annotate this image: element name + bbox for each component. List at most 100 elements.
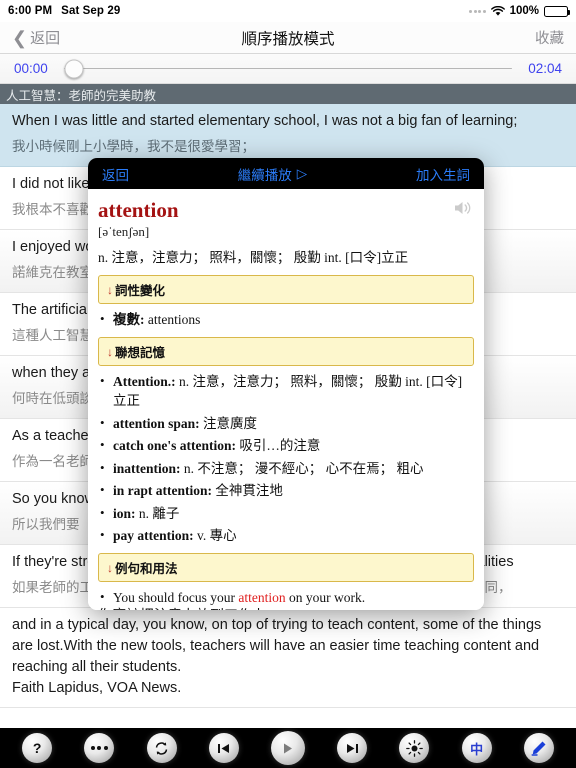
example-keyword: attention bbox=[238, 590, 286, 605]
dictionary-back-button[interactable]: 返回 bbox=[102, 164, 129, 184]
definition-line: n. 注意，注意力； 照料，關懷； 殷勤 int. [口令]立正 bbox=[98, 250, 409, 265]
example-en-before: You should focus your bbox=[113, 590, 239, 605]
continue-playback-label: 繼續播放 bbox=[237, 167, 292, 183]
signal-dots-icon bbox=[469, 9, 486, 13]
down-arrow-icon: ↓ bbox=[107, 282, 113, 297]
section-header-mnemonics[interactable]: ↓ 聯想記憶 bbox=[98, 337, 474, 366]
bottom-toolbar: ? 中 bbox=[0, 728, 576, 768]
term: pay attention: bbox=[113, 528, 194, 543]
detail: n. 不注意； 漫不經心； 心不在焉； 粗心 bbox=[183, 460, 424, 476]
wifi-icon bbox=[490, 5, 505, 17]
examples-list: You should focus your attention on your … bbox=[98, 587, 474, 610]
player-bar: 00:00 02:04 bbox=[0, 54, 576, 84]
list-item: 複數: attentions bbox=[98, 309, 474, 329]
play-triangle-icon: ▷ bbox=[296, 165, 308, 181]
term: ion: bbox=[113, 505, 136, 521]
list-item: attention span: 注意廣度 bbox=[98, 413, 474, 433]
headword: attention bbox=[98, 198, 179, 222]
battery-percent: 100% bbox=[509, 5, 539, 17]
help-button[interactable]: ? bbox=[22, 733, 53, 763]
term: in rapt attention: bbox=[113, 483, 212, 498]
language-button[interactable]: 中 bbox=[461, 733, 492, 763]
list-item: inattention: n. 不注意； 漫不經心； 心不在焉； 粗心 bbox=[98, 458, 474, 478]
transcript-zh: 我小時候剛上小學時，我不是很愛學習； bbox=[12, 139, 255, 154]
previous-button[interactable] bbox=[208, 733, 239, 763]
detail: n. 離子 bbox=[138, 505, 180, 521]
app-root: 6:00 PM Sat Sep 29 100% ❮ 返回 順序播放模式 收藏 0 bbox=[0, 0, 576, 768]
phonetic-transcription: [əˈtenʃən] bbox=[98, 224, 150, 239]
detail: v. 專心 bbox=[197, 528, 237, 543]
section-title: 聯想記憶 bbox=[115, 346, 166, 360]
section-title: 例句和用法 bbox=[115, 562, 178, 576]
section-header-examples[interactable]: ↓ 例句和用法 bbox=[98, 553, 474, 582]
dictionary-popup[interactable]: 返回 繼續播放 ▷ 加入生詞 attention [əˈtenʃən] n. 注… bbox=[88, 158, 484, 610]
list-item: Attention.: n. 注意，注意力； 照料，關懷； 殷勤 int. [口… bbox=[98, 371, 474, 410]
term: attention span: bbox=[113, 415, 200, 431]
list-item: catch one's attention: 吸引…的注意 bbox=[98, 435, 474, 455]
play-icon bbox=[284, 743, 293, 753]
detail: 注意廣度 bbox=[203, 415, 258, 431]
favorite-button[interactable]: 收藏 bbox=[535, 27, 564, 48]
repeat-icon bbox=[155, 741, 168, 755]
next-button[interactable] bbox=[337, 733, 368, 763]
example-en-after: on your work. bbox=[285, 590, 366, 605]
battery-icon bbox=[544, 5, 570, 17]
word-forms-list: 複數: attentions bbox=[98, 309, 474, 329]
term: inattention: bbox=[113, 460, 181, 476]
example-zh: 你應該把注意力放到工作上。 bbox=[98, 607, 474, 610]
question-mark-icon: ? bbox=[32, 740, 42, 756]
dictionary-toolbar: 返回 繼續播放 ▷ 加入生詞 bbox=[88, 158, 484, 189]
annotate-button[interactable] bbox=[523, 733, 554, 763]
list-item: You should focus your attention on your … bbox=[98, 587, 474, 610]
section-title: 詞性變化 bbox=[115, 284, 166, 298]
list-item: in rapt attention: 全神貫注地 bbox=[98, 480, 474, 500]
play-button[interactable] bbox=[270, 731, 305, 765]
status-bar: 6:00 PM Sat Sep 29 100% bbox=[0, 0, 576, 22]
transcript-row[interactable]: and in a typical day, you know, on top o… bbox=[0, 608, 576, 708]
list-item: pay attention: v. 專心 bbox=[98, 525, 474, 545]
transcript-en: and in a typical day, you know, on top o… bbox=[12, 617, 542, 675]
chinese-character-icon: 中 bbox=[470, 741, 484, 757]
term: Attention.: bbox=[113, 374, 176, 389]
repeat-button[interactable] bbox=[146, 733, 177, 763]
more-button[interactable] bbox=[84, 733, 115, 763]
status-bar-left: 6:00 PM Sat Sep 29 bbox=[8, 5, 120, 17]
list-item: ion: n. 離子 bbox=[98, 503, 474, 523]
term: catch one's attention: bbox=[113, 438, 236, 453]
status-bar-right: 100% bbox=[469, 5, 570, 17]
nav-bar: ❮ 返回 順序播放模式 收藏 bbox=[0, 22, 576, 54]
section-header-word-forms[interactable]: ↓ 詞性變化 bbox=[98, 275, 474, 304]
mnemonics-list: Attention.: n. 注意，注意力； 照料，關懷； 殷勤 int. [口… bbox=[98, 371, 474, 545]
pen-icon bbox=[531, 741, 546, 756]
term: 複數: bbox=[113, 312, 145, 327]
detail: 全神貫注地 bbox=[215, 483, 283, 498]
skip-back-icon bbox=[218, 743, 230, 753]
brightness-button[interactable] bbox=[399, 733, 430, 763]
down-arrow-icon: ↓ bbox=[107, 344, 113, 359]
status-time: 6:00 PM bbox=[8, 5, 53, 17]
back-button[interactable]: ❮ 返回 bbox=[12, 27, 60, 48]
speaker-icon[interactable] bbox=[452, 198, 474, 218]
status-date: Sat Sep 29 bbox=[61, 5, 121, 17]
back-button-label: 返回 bbox=[30, 30, 61, 47]
page-title: 順序播放模式 bbox=[241, 30, 335, 48]
dictionary-content[interactable]: attention [əˈtenʃən] n. 注意，注意力； 照料，關懷； 殷… bbox=[88, 189, 484, 610]
elapsed-time: 00:00 bbox=[14, 61, 48, 76]
word-header: attention [əˈtenʃən] bbox=[98, 198, 474, 240]
transcript-source: Faith Lapidus, VOA News. bbox=[12, 680, 182, 696]
transcript-en: When I was little and started elementary… bbox=[12, 113, 518, 129]
detail: attentions bbox=[147, 312, 201, 327]
brightness-icon bbox=[406, 739, 423, 757]
continue-playback-button[interactable]: 繼續播放 ▷ bbox=[238, 164, 307, 184]
chevron-left-icon: ❮ bbox=[12, 27, 28, 48]
seek-handle[interactable] bbox=[64, 59, 84, 78]
episode-title: 人工智慧：老師的完美助教 bbox=[6, 88, 157, 103]
episode-title-bar: 人工智慧：老師的完美助教 bbox=[0, 84, 576, 104]
seek-track bbox=[64, 67, 512, 70]
ellipsis-icon bbox=[90, 746, 108, 750]
seek-slider[interactable] bbox=[64, 59, 512, 79]
skip-forward-icon bbox=[346, 743, 358, 753]
down-arrow-icon: ↓ bbox=[107, 560, 113, 575]
duration-time: 02:04 bbox=[528, 61, 562, 76]
add-to-wordlist-button[interactable]: 加入生詞 bbox=[416, 164, 470, 184]
